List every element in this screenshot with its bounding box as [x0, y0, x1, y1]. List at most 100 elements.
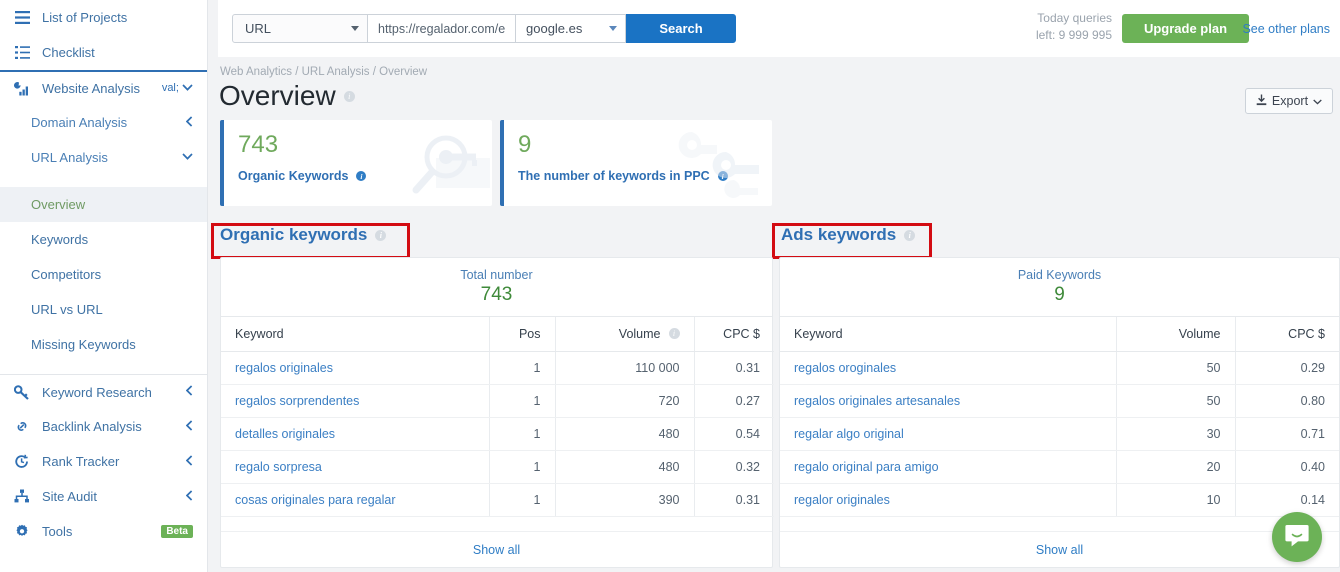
- info-icon[interactable]: i: [375, 230, 386, 241]
- see-other-plans-link[interactable]: See other plans: [1242, 22, 1330, 36]
- export-button[interactable]: Export: [1245, 88, 1333, 114]
- queries-counter: Today queries left: 9 999 995: [1036, 10, 1112, 44]
- chevron-down-icon[interactable]: [182, 152, 193, 163]
- sidebar-item-website-analysis[interactable]: Website Analysis val;: [0, 70, 207, 105]
- search-type-select[interactable]: URL: [232, 14, 368, 43]
- cell-keyword[interactable]: cosas originales para regalar: [221, 483, 489, 516]
- sidebar-item-label: Domain Analysis: [31, 115, 186, 130]
- cell-volume: 50: [1116, 351, 1235, 384]
- table-row: regalos sorprendentes 1 720 0.27: [221, 384, 774, 417]
- chevron-left-icon[interactable]: [186, 116, 193, 130]
- organic-total: Total number 743: [221, 258, 772, 317]
- chevron-left-icon[interactable]: [186, 385, 193, 399]
- chevron-down-icon: [1313, 94, 1322, 108]
- cell-keyword[interactable]: regalo original para amigo: [780, 450, 1116, 483]
- sitemap-icon: [13, 488, 31, 506]
- search-engine-value: google.es: [526, 21, 605, 36]
- chat-bubble-icon: [1284, 523, 1310, 551]
- column-header-volume[interactable]: Volume: [1116, 317, 1235, 351]
- cell-volume: 480: [555, 450, 694, 483]
- sidebar-item-backlink-analysis[interactable]: Backlink Analysis: [0, 409, 207, 444]
- chevron-left-icon[interactable]: [186, 420, 193, 434]
- keyword-link[interactable]: detalles originales: [235, 427, 335, 441]
- chevron-left-icon[interactable]: [186, 490, 193, 504]
- sidebar-item-keywords[interactable]: Keywords: [0, 222, 207, 257]
- queries-line-1: Today queries: [1036, 10, 1112, 27]
- sidebar-item-checklist[interactable]: Checklist: [0, 35, 207, 70]
- sidebar-item-rank-tracker[interactable]: Rank Tracker: [0, 444, 207, 479]
- cell-keyword[interactable]: regalor originales: [780, 483, 1116, 516]
- keyword-link[interactable]: regalos originales: [235, 361, 333, 375]
- cell-keyword[interactable]: detalles originales: [221, 417, 489, 450]
- sidebar-item-label: Overview: [31, 197, 207, 212]
- keyword-link[interactable]: cosas originales para regalar: [235, 493, 396, 507]
- cell-keyword[interactable]: regalos originales: [221, 351, 489, 384]
- kpi-card-ppc-keywords: 9 The number of keywords in PPC i: [500, 120, 772, 206]
- keyword-link[interactable]: regalos oroginales: [794, 361, 896, 375]
- keyword-link[interactable]: regalor originales: [794, 493, 890, 507]
- cell-volume: 390: [555, 483, 694, 516]
- column-header-cpc[interactable]: CPC $: [694, 317, 774, 351]
- search-input[interactable]: [368, 14, 516, 43]
- column-header-volume[interactable]: Volume i: [555, 317, 694, 351]
- link-icon: [13, 418, 31, 436]
- chevron-down-icon[interactable]: val;: [162, 83, 193, 94]
- queries-line-2: left: 9 999 995: [1036, 27, 1112, 44]
- ads-table-body: regalos oroginales 50 0.29 regalos origi…: [780, 351, 1339, 516]
- organic-show-all-button[interactable]: Show all: [221, 531, 772, 567]
- breadcrumb: Web Analytics / URL Analysis / Overview: [220, 66, 427, 78]
- sidebar-item-label: Website Analysis: [42, 81, 162, 96]
- cell-pos: 1: [489, 384, 555, 417]
- sidebar-item-domain-analysis[interactable]: Domain Analysis: [0, 105, 207, 140]
- chevron-down-icon: [609, 26, 617, 31]
- keyword-link[interactable]: regalar algo original: [794, 427, 904, 441]
- column-header-pos[interactable]: Pos: [489, 317, 555, 351]
- download-icon: [1256, 94, 1267, 109]
- keyword-link[interactable]: regalos sorprendentes: [235, 394, 359, 408]
- column-header-cpc[interactable]: CPC $: [1235, 317, 1339, 351]
- info-icon[interactable]: i: [669, 328, 680, 339]
- sidebar-item-competitors[interactable]: Competitors: [0, 257, 207, 292]
- sidebar-item-site-audit[interactable]: Site Audit: [0, 479, 207, 514]
- cell-keyword[interactable]: regalos oroginales: [780, 351, 1116, 384]
- keyword-link[interactable]: regalos originales artesanales: [794, 394, 960, 408]
- sidebar-item-list-of-projects[interactable]: List of Projects: [0, 0, 207, 35]
- sidebar-item-url-vs-url[interactable]: URL vs URL: [0, 292, 207, 327]
- sidebar-spacer-2: [0, 362, 207, 374]
- table-row: regalos originales artesanales 50 0.80: [780, 384, 1339, 417]
- cell-keyword[interactable]: regalar algo original: [780, 417, 1116, 450]
- ads-show-all-button[interactable]: Show all: [780, 531, 1339, 567]
- info-icon[interactable]: i: [356, 171, 366, 181]
- sidebar-item-url-analysis[interactable]: URL Analysis: [0, 140, 207, 175]
- chevron-down-icon: [351, 26, 359, 31]
- sidebar-item-overview[interactable]: Overview: [0, 187, 207, 222]
- column-header-keyword[interactable]: Keyword: [780, 317, 1116, 351]
- chevron-left-icon[interactable]: [186, 455, 193, 469]
- keyword-link[interactable]: regalo sorpresa: [235, 460, 322, 474]
- gear-icon: [13, 523, 31, 541]
- organic-total-value: 743: [481, 284, 513, 306]
- cell-keyword[interactable]: regalo sorpresa: [221, 450, 489, 483]
- sidebar-item-missing-keywords[interactable]: Missing Keywords: [0, 327, 207, 362]
- chat-launcher-button[interactable]: [1272, 512, 1322, 562]
- search-button[interactable]: Search: [626, 14, 736, 43]
- sidebar-item-label: Keywords: [31, 232, 207, 247]
- cell-keyword[interactable]: regalos originales artesanales: [780, 384, 1116, 417]
- info-icon[interactable]: i: [904, 230, 915, 241]
- cell-cpc: 0.31: [694, 351, 774, 384]
- cell-keyword[interactable]: regalos sorprendentes: [221, 384, 489, 417]
- upgrade-plan-button[interactable]: Upgrade plan: [1122, 14, 1249, 43]
- cell-pos: 1: [489, 483, 555, 516]
- sidebar-item-label: Site Audit: [42, 489, 186, 504]
- keyword-link[interactable]: regalo original para amigo: [794, 460, 939, 474]
- sidebar-item-label: List of Projects: [42, 10, 207, 25]
- info-icon[interactable]: i: [344, 91, 355, 102]
- search-engine-select[interactable]: google.es: [516, 14, 626, 43]
- sidebar-item-keyword-research[interactable]: Keyword Research: [0, 374, 207, 409]
- cell-pos: 1: [489, 417, 555, 450]
- ads-keywords-section-title: Ads keywords i: [781, 225, 915, 245]
- sidebar-item-tools[interactable]: Tools Beta: [0, 514, 207, 549]
- table-row: regalo original para amigo 20 0.40: [780, 450, 1339, 483]
- column-header-keyword[interactable]: Keyword: [221, 317, 489, 351]
- table-row: regalos originales 1 110 000 0.31: [221, 351, 774, 384]
